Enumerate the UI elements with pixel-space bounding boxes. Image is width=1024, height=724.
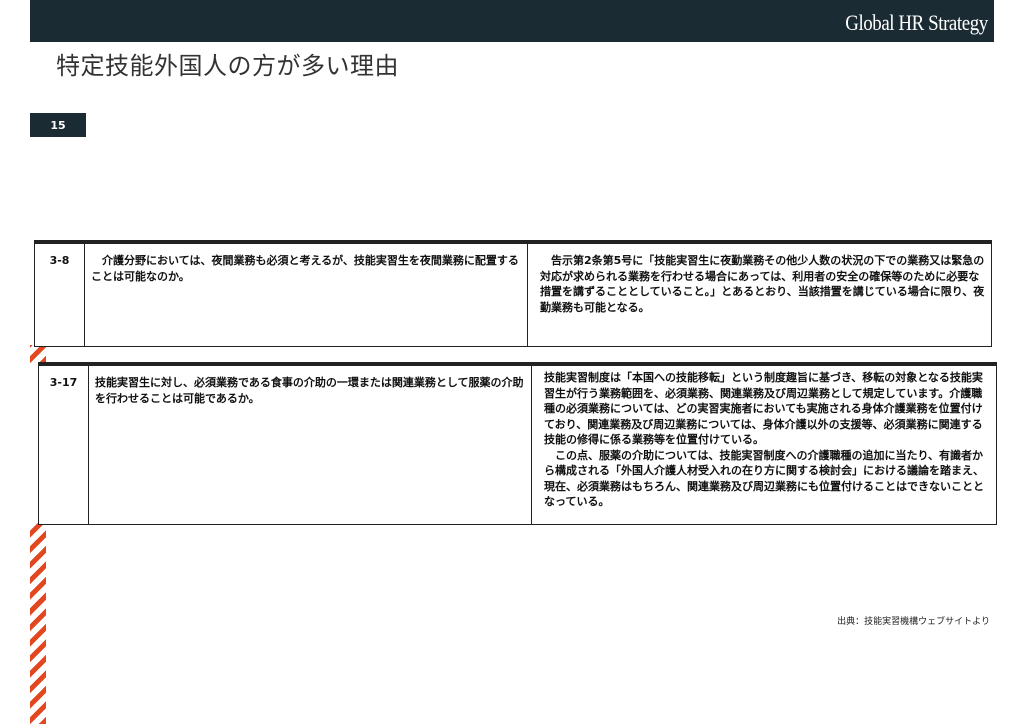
source-note: 出典：技能実習機構ウェブサイトより xyxy=(837,617,990,627)
answer-cell: 技能実習制度は「本国への技能移転」という制度趣旨に基づき、移転の対象となる技能実… xyxy=(532,366,996,524)
answer-paragraph-2: この点、服薬の介助については、技能実習制度への介護職種の追加に当たり、有識者から… xyxy=(544,448,984,509)
company-logo: Global HR Strategy xyxy=(845,10,988,35)
question-text: 介護分野においては、夜間業務も必須と考えるが、技能実習生を夜間業務に配置すること… xyxy=(85,244,528,346)
page-title: 特定技能外国人の方が多い理由 xyxy=(56,52,399,80)
question-id: 3-17 xyxy=(39,366,89,524)
answer-paragraph-1: 技能実習制度は「本国への技能移転」という制度趣旨に基づき、移転の対象となる技能実… xyxy=(544,371,983,446)
header-bar: Global HR Strategy xyxy=(30,0,994,42)
qa-table-row-1: 3-8 介護分野においては、夜間業務も必須と考えるが、技能実習生を夜間業務に配置… xyxy=(34,240,992,347)
decorative-stripe-bottom xyxy=(30,522,46,724)
question-id: 3-8 xyxy=(35,244,85,346)
decorative-stripe-top xyxy=(30,345,46,363)
qa-table-row-2: 3-17 技能実習生に対し、必須業務である食事の介助の一環または関連業務として服… xyxy=(38,362,997,525)
page-number-badge: 15 xyxy=(30,113,86,137)
question-text: 技能実習生に対し、必須業務である食事の介助の一環または関連業務として服薬の介助を… xyxy=(89,366,532,524)
answer-text: 告示第2条第5号に「技能実習生に夜勤業務その他少人数の状況の下での業務又は緊急の… xyxy=(540,254,985,314)
